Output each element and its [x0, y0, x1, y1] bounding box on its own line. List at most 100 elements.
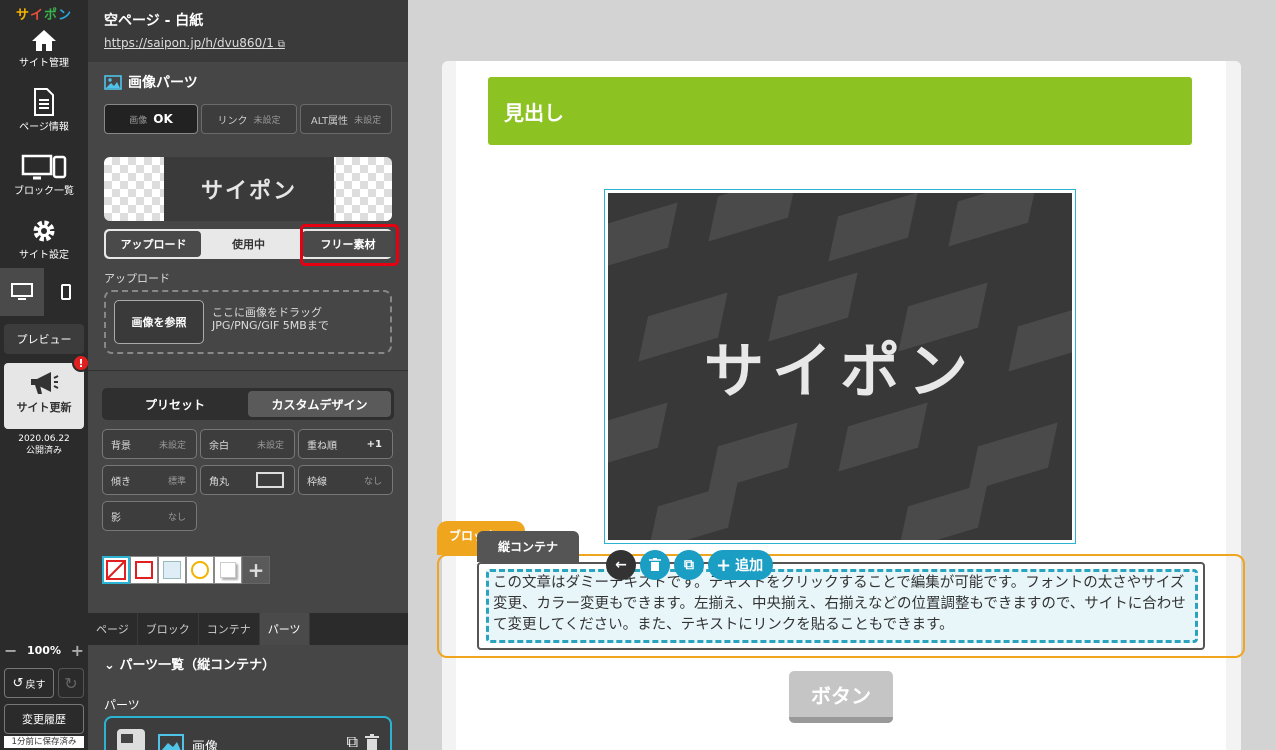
- section-title: 画像パーツ: [104, 72, 198, 92]
- trash-icon: [365, 734, 379, 750]
- prop-shadow[interactable]: 影なし: [102, 501, 197, 531]
- main-navbar: サイポン サイト管理 ページ情報 ブロック一覧 サイト設定 プレビュー ! サイ…: [0, 0, 90, 750]
- container-tag[interactable]: 縦コンテナ: [477, 531, 579, 562]
- prop-background[interactable]: 背景 未設定: [102, 429, 197, 459]
- bottom-tabs: ページ ブロック コンテナ パーツ: [88, 613, 408, 645]
- nav-site-manage[interactable]: サイト管理: [0, 28, 88, 69]
- divider: [88, 370, 408, 371]
- trash-icon: [649, 558, 661, 571]
- delete-button[interactable]: [640, 550, 670, 580]
- home-icon: [32, 30, 56, 51]
- copy-icon[interactable]: ⧉: [347, 732, 358, 750]
- mobile-view-button[interactable]: [44, 268, 88, 316]
- copy-icon: ⧉: [684, 557, 694, 573]
- circle-icon: [191, 561, 209, 579]
- zoom-control: − 100% +: [4, 641, 84, 660]
- swatch-add[interactable]: +: [242, 556, 270, 584]
- nav-page-info[interactable]: ページ情報: [0, 88, 88, 133]
- image-content: サイポン: [608, 193, 1072, 540]
- preview-button[interactable]: プレビュー: [4, 324, 84, 354]
- image-icon: [158, 734, 184, 750]
- swatch-none[interactable]: [102, 556, 130, 584]
- swatch-red-border[interactable]: [130, 556, 158, 584]
- swatch-round[interactable]: [186, 556, 214, 584]
- drop-zone[interactable]: 画像を参照 ここに画像をドラッグ JPG/PNG/GIF 5MBまで: [104, 290, 392, 354]
- saved-note: 1分前に保存済み: [4, 736, 84, 748]
- add-button[interactable]: + 追加: [708, 550, 774, 580]
- device-toggle: [0, 268, 88, 316]
- redo-icon: ↻: [64, 673, 78, 693]
- chevron-down-icon: ⌄: [104, 658, 115, 673]
- prop-border[interactable]: 枠線 なし: [298, 465, 393, 495]
- gear-icon: [33, 220, 55, 242]
- plus-icon: +: [716, 554, 732, 576]
- image-part[interactable]: サイポン: [604, 189, 1076, 544]
- text-part[interactable]: この文章はダミーテキストです。テキストをクリックすることで編集が可能です。フォン…: [486, 569, 1198, 643]
- tab-preset[interactable]: プリセット: [105, 391, 245, 417]
- parts-list-title[interactable]: ⌄ パーツ一覧（縦コンテナ）: [104, 654, 275, 673]
- nav-block-list[interactable]: ブロック一覧: [0, 154, 88, 197]
- back-button[interactable]: ←: [606, 550, 636, 580]
- page-title: 空ページ - 白紙: [104, 13, 204, 29]
- mobile-icon: [61, 284, 71, 300]
- square-shadow-icon: [220, 562, 236, 578]
- swatch-shadow[interactable]: [214, 556, 242, 584]
- part-item-image[interactable]: 画像 ⧉: [104, 716, 392, 750]
- page-header: 空ページ - 白紙 https://saipon.jp/h/dvu860/1 ⧉: [88, 0, 408, 62]
- part-toolbar: ← ⧉ + 追加: [606, 550, 774, 580]
- nav-site-settings[interactable]: サイト設定: [0, 218, 88, 261]
- style-swatches: +: [102, 556, 270, 584]
- swatch-light[interactable]: [158, 556, 186, 584]
- tab-page[interactable]: ページ: [88, 613, 138, 645]
- arrow-left-icon: ←: [615, 557, 627, 573]
- heading-part[interactable]: 見出し: [488, 77, 1192, 145]
- square-outline-icon: [135, 561, 153, 579]
- undo-icon: ↺: [12, 675, 24, 691]
- site-update-button[interactable]: ! サイト更新: [4, 354, 90, 429]
- tab-block[interactable]: ブロック: [138, 613, 199, 645]
- editor-canvas: 見出し サイポン ブロック 縦コンテナ この文章はダミーテキストです。テキストを…: [408, 0, 1276, 750]
- zoom-in-button[interactable]: +: [71, 641, 84, 660]
- desktop-view-button[interactable]: [0, 268, 44, 316]
- undo-redo: ↺ 戻す ↻: [4, 668, 84, 698]
- undo-button[interactable]: ↺ 戻す: [4, 668, 54, 698]
- tab-container[interactable]: コンテナ: [199, 613, 260, 645]
- parts-label: パーツ: [104, 698, 140, 712]
- monitor-icon: [11, 283, 33, 300]
- drop-hint: ここに画像をドラッグ JPG/PNG/GIF 5MBまで: [212, 306, 329, 332]
- duplicate-button[interactable]: ⧉: [674, 550, 704, 580]
- plus-icon: +: [247, 558, 265, 582]
- square-light-icon: [163, 561, 181, 579]
- redo-button[interactable]: ↻: [58, 668, 84, 698]
- link-setting-button[interactable]: リンク 未設定: [201, 104, 297, 134]
- external-link-icon: ⧉: [277, 39, 285, 50]
- image-preview: サイポン: [104, 157, 392, 221]
- alt-setting-button[interactable]: ALT属性 未設定: [300, 104, 392, 134]
- radius-swatch: [256, 472, 284, 488]
- image-icon: [104, 74, 122, 90]
- zoom-level: 100%: [27, 643, 61, 657]
- highlight-box: [300, 224, 399, 266]
- prop-tilt[interactable]: 傾き 標準: [102, 465, 197, 495]
- history-button[interactable]: 変更履歴: [4, 704, 84, 734]
- design-tabs: プリセット カスタムデザイン: [102, 388, 394, 420]
- logo: サイポン: [15, 8, 73, 23]
- image-setting-button[interactable]: 画像 OK: [104, 104, 198, 134]
- prop-margin[interactable]: 余白 未設定: [200, 429, 295, 459]
- prop-radius[interactable]: 角丸: [200, 465, 295, 495]
- prop-z-order[interactable]: 重ね順 +1: [298, 429, 393, 459]
- monitor-mobile-icon: [21, 154, 67, 180]
- tab-parts[interactable]: パーツ: [259, 613, 310, 645]
- zoom-out-button[interactable]: −: [4, 641, 17, 660]
- tab-upload[interactable]: アップロード: [106, 231, 201, 257]
- upload-label: アップロード: [104, 272, 170, 285]
- page-url-link[interactable]: https://saipon.jp/h/dvu860/1 ⧉: [104, 36, 408, 50]
- button-part[interactable]: ボタン: [789, 671, 893, 723]
- tab-custom-design[interactable]: カスタムデザイン: [248, 391, 391, 417]
- update-date: 2020.06.22 公開済み: [18, 434, 70, 456]
- megaphone-icon: [31, 372, 59, 394]
- properties-panel: 空ページ - 白紙 https://saipon.jp/h/dvu860/1 ⧉…: [88, 0, 408, 750]
- tab-in-use[interactable]: 使用中: [201, 229, 296, 259]
- browse-image-button[interactable]: 画像を参照: [114, 300, 204, 344]
- document-icon: [34, 88, 54, 116]
